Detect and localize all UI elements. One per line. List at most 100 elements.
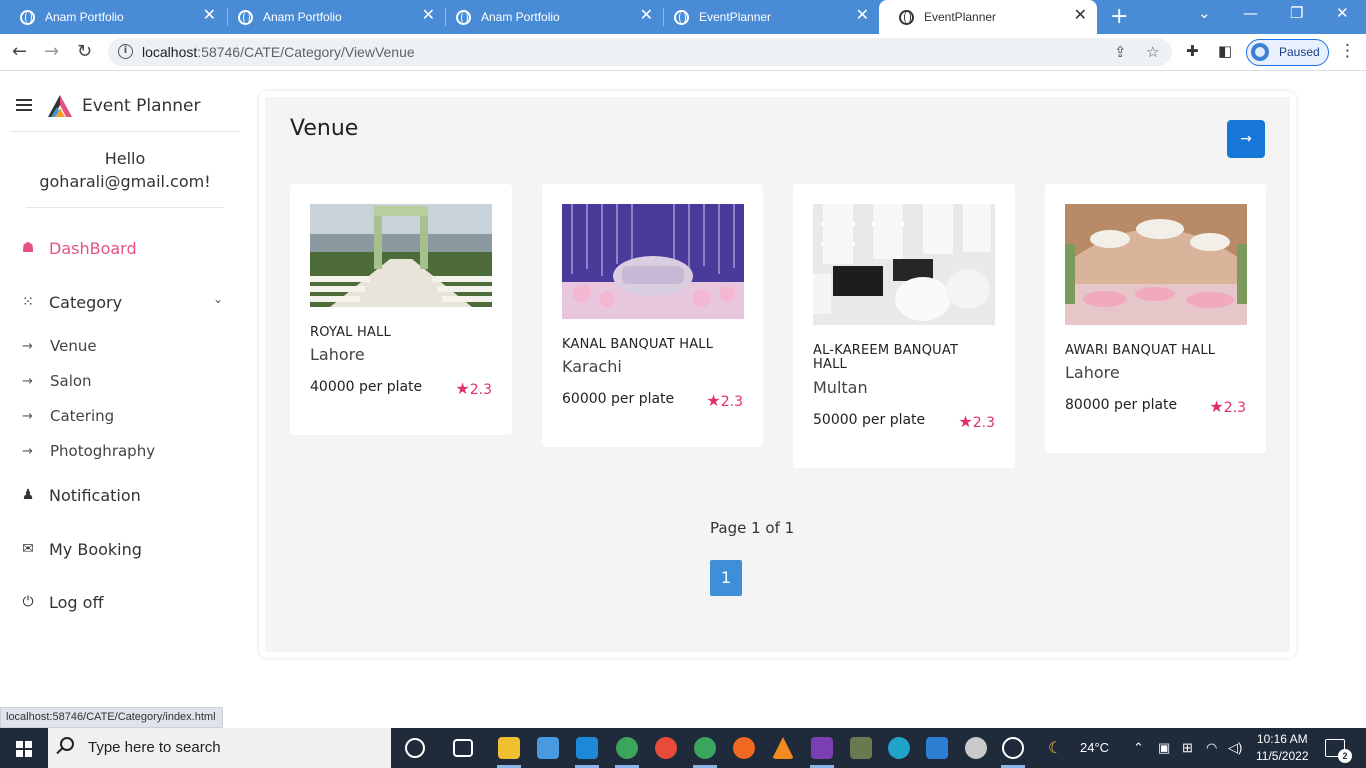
sub-item-photography[interactable]: → Photoghraphy xyxy=(22,442,155,460)
extensions-icon[interactable]: ✚ xyxy=(1186,42,1199,60)
back-icon[interactable]: ← xyxy=(12,41,27,62)
browser-tab[interactable]: Anam Portfolio ✕ xyxy=(436,0,663,34)
task-view-icon[interactable] xyxy=(453,739,473,757)
close-icon[interactable]: ✕ xyxy=(1074,8,1087,24)
star-icon: ★ xyxy=(1209,397,1224,416)
sub-item-label: Photoghraphy xyxy=(50,442,156,460)
reload-icon[interactable]: ↻ xyxy=(77,41,92,62)
meet-now-icon[interactable]: ▣ xyxy=(1158,740,1170,756)
page-button[interactable]: 1 xyxy=(710,560,742,596)
tab-title: Anam Portfolio xyxy=(481,10,560,24)
nav-category[interactable]: ⁙ Category xyxy=(20,290,122,314)
cortana-icon[interactable] xyxy=(405,738,425,758)
chevron-down-icon[interactable]: ⌄ xyxy=(213,292,223,306)
visual-studio-icon[interactable] xyxy=(811,737,833,759)
file-explorer-icon[interactable] xyxy=(498,737,520,759)
nav-my-booking[interactable]: ✉ My Booking xyxy=(20,537,142,561)
weather-icon[interactable]: ☾ xyxy=(1048,738,1062,758)
pen-app-icon[interactable] xyxy=(733,737,755,759)
new-tab-icon[interactable]: + xyxy=(1110,4,1128,29)
bookmark-star-icon[interactable]: ☆ xyxy=(1146,43,1159,61)
hamburger-icon[interactable] xyxy=(16,99,32,111)
sub-item-label: Venue xyxy=(50,337,97,355)
address-bar[interactable]: i localhost:58746/CATE/Category/ViewVenu… xyxy=(108,38,1172,66)
rating-value: 2.3 xyxy=(720,394,743,410)
paint-icon[interactable] xyxy=(965,737,987,759)
tab-title: EventPlanner xyxy=(699,10,772,24)
nav-log-off[interactable]: ⏻ Log off xyxy=(20,590,103,614)
notification-count: 2 xyxy=(1338,749,1352,763)
close-icon[interactable]: ✕ xyxy=(856,8,869,24)
venue-name: ROYAL HALL xyxy=(310,325,391,340)
next-button[interactable]: → xyxy=(1227,120,1265,158)
taskbar-search[interactable]: Type here to search xyxy=(48,728,391,768)
home-icon: ☗ xyxy=(21,240,35,256)
venue-card[interactable]: AL-KAREEM BANQUAT HALL Multan 50000 per … xyxy=(793,184,1015,468)
wifi-icon[interactable]: ◠ xyxy=(1206,740,1217,756)
grid-icon: ⁙ xyxy=(22,294,34,310)
notification-center-icon[interactable]: 2 xyxy=(1325,739,1352,763)
rating-value: 2.3 xyxy=(1223,400,1246,416)
profile-status: Paused xyxy=(1279,45,1320,59)
pinned-app-icon[interactable] xyxy=(1002,737,1024,759)
venue-name: KANAL BANQUAT HALL xyxy=(562,337,714,352)
tab-title: Anam Portfolio xyxy=(263,10,342,24)
volume-icon[interactable]: ◁) xyxy=(1228,740,1242,756)
tab-search-icon[interactable]: ⌄ xyxy=(1198,4,1211,22)
close-icon[interactable]: ✕ xyxy=(203,8,216,24)
venue-price: 60000 per plate xyxy=(562,391,675,407)
browser-tab[interactable]: EventPlanner ✕ xyxy=(654,0,879,34)
nav-dashboard[interactable]: ☗ DashBoard xyxy=(20,236,137,260)
minimize-icon[interactable]: — xyxy=(1243,4,1258,22)
url-text[interactable]: localhost:58746/CATE/Category/ViewVenue xyxy=(142,44,415,60)
arrow-right-icon: → xyxy=(22,373,33,389)
venue-card[interactable]: ROYAL HALL Lahore 40000 per plate ★2.3 xyxy=(290,184,512,435)
arrow-right-icon: → xyxy=(22,408,33,424)
divider xyxy=(26,207,224,208)
menu-icon[interactable]: ⋮ xyxy=(1339,41,1356,61)
venue-rating: ★2.3 xyxy=(706,391,743,410)
pagination-info: Page 1 of 1 xyxy=(710,519,795,537)
venue-image xyxy=(562,204,744,319)
vlc-icon[interactable] xyxy=(772,737,794,759)
windows-start-icon[interactable] xyxy=(16,741,32,757)
star-icon: ★ xyxy=(455,379,470,398)
venue-image xyxy=(1065,204,1247,325)
profile-button[interactable]: Paused xyxy=(1246,39,1329,66)
weather-temperature[interactable]: 24°C xyxy=(1080,740,1109,755)
restore-icon[interactable]: ❐ xyxy=(1290,4,1303,22)
share-icon[interactable]: ⇪ xyxy=(1114,43,1127,61)
photos-icon[interactable] xyxy=(926,737,948,759)
brand-name[interactable]: Event Planner xyxy=(82,96,201,116)
browser-tab[interactable]: Anam Portfolio ✕ xyxy=(218,0,445,34)
close-icon[interactable]: ✕ xyxy=(640,8,653,24)
snipping-tool-icon[interactable] xyxy=(850,737,872,759)
sub-item-venue[interactable]: → Venue xyxy=(22,337,97,355)
site-info-icon[interactable]: i xyxy=(118,44,133,59)
window-close-icon[interactable]: ✕ xyxy=(1336,4,1349,22)
browser-tab-active[interactable]: EventPlanner ✕ xyxy=(879,0,1097,34)
sub-item-catering[interactable]: → Catering xyxy=(22,407,114,425)
venue-card[interactable]: AWARI BANQUAT HALL Lahore 80000 per plat… xyxy=(1045,184,1266,453)
clock-date: 11/5/2022 xyxy=(1256,749,1309,763)
forward-icon[interactable]: → xyxy=(44,41,59,62)
taskbar-clock[interactable]: 10:16 AM 11/5/2022 xyxy=(1256,731,1309,765)
chrome-icon[interactable] xyxy=(655,737,677,759)
browser-tab[interactable]: Anam Portfolio ✕ xyxy=(0,0,226,34)
venue-card[interactable]: KANAL BANQUAT HALL Karachi 60000 per pla… xyxy=(542,184,763,447)
link-status-bubble: localhost:58746/CATE/Category/index.html xyxy=(0,707,223,728)
side-panel-icon[interactable]: ◧ xyxy=(1218,42,1232,60)
chevron-up-icon[interactable]: ⌃ xyxy=(1133,740,1144,756)
close-icon[interactable]: ✕ xyxy=(422,8,435,24)
sub-item-salon[interactable]: → Salon xyxy=(22,372,92,390)
vscode-icon[interactable] xyxy=(576,737,598,759)
venue-city: Multan xyxy=(813,378,868,397)
edge-icon[interactable] xyxy=(888,737,910,759)
nav-notification[interactable]: ♟ Notification xyxy=(20,483,141,507)
chrome-alt-icon[interactable] xyxy=(694,737,716,759)
store-icon[interactable] xyxy=(537,737,559,759)
chrome-profile-icon[interactable] xyxy=(616,737,638,759)
input-method-icon[interactable]: ⊞ xyxy=(1182,740,1193,756)
star-icon: ★ xyxy=(958,412,973,431)
sub-item-label: Catering xyxy=(50,407,115,425)
